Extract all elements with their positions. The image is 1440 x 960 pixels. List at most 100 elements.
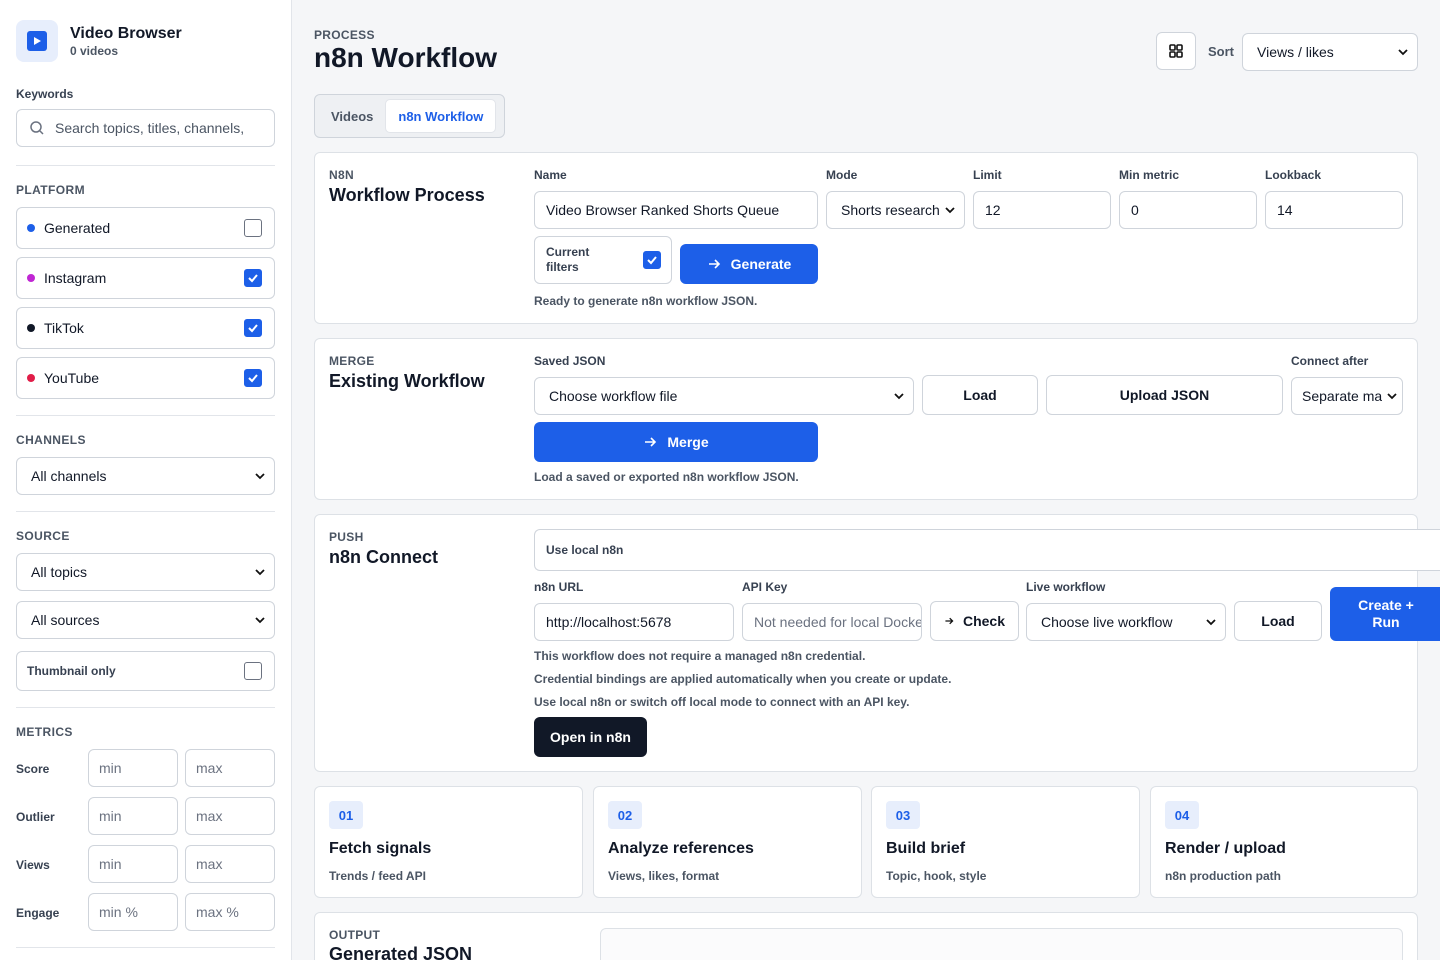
step-subtitle: n8n production path [1165,869,1281,883]
divider [16,707,275,708]
card-title: Generated JSON [329,944,473,960]
checkbox[interactable] [244,319,262,337]
url-label: n8n URL [534,580,584,594]
score-max-input[interactable]: max [185,749,275,787]
chevron-down-icon [945,207,955,214]
workflow-name-input[interactable]: Video Browser Ranked Shorts Queue [534,191,818,229]
lookback-input[interactable]: 14 [1265,191,1403,229]
generate-button[interactable]: Generate [680,244,818,284]
current-filters-toggle[interactable]: Current filters [534,236,672,284]
view-tabs: Videos n8n Workflow [314,94,505,138]
grid-icon [1169,44,1183,58]
check-icon [647,256,657,265]
connect-after-select[interactable]: Separate manual [1291,377,1403,415]
score-min-input[interactable]: min [88,749,178,787]
load-live-button[interactable]: Load [1234,601,1322,641]
platform-generated[interactable]: Generated [16,207,275,249]
step-card: 02 Analyze references Views, likes, form… [593,786,862,898]
output-card: OUTPUT Generated JSON [314,912,1418,960]
page-eyebrow: PROCESS [314,28,375,42]
push-card: PUSH n8n Connect Use local n8n n8n URL h… [314,514,1440,772]
check-icon [248,374,258,383]
card-eyebrow: OUTPUT [329,928,381,942]
sort-select[interactable]: Views / likes [1242,33,1418,71]
checkbox[interactable] [244,662,262,680]
checkbox[interactable] [244,219,262,237]
play-icon [16,20,58,62]
step-title: Build brief [886,840,966,857]
platform-dot [27,374,35,382]
engage-min-input[interactable]: min % [88,893,178,931]
divider [16,947,275,948]
outlier-min-input[interactable]: min [88,797,178,835]
min-metric-label: Min metric [1119,168,1180,182]
create-run-button[interactable]: Create + Run [1330,587,1440,641]
mode-select[interactable]: Shorts research [826,191,965,229]
step-number: 01 [329,801,363,829]
platform-dot [27,274,35,282]
channels-select[interactable]: All channels [16,457,275,495]
tab-videos[interactable]: Videos [319,99,385,133]
check-button[interactable]: Check [930,601,1019,641]
use-local-n8n-toggle[interactable]: Use local n8n [534,529,1440,571]
step-card: 01 Fetch signals Trends / feed API [314,786,583,898]
chevron-down-icon [255,569,265,576]
limit-label: Limit [973,168,1002,182]
outlier-max-input[interactable]: max [185,797,275,835]
chevron-down-icon [1387,393,1397,400]
engage-max-input[interactable]: max % [185,893,275,931]
card-eyebrow: N8N [329,168,354,182]
platform-tiktok[interactable]: TikTok [16,307,275,349]
chevron-down-icon [1398,49,1408,56]
step-subtitle: Trends / feed API [329,869,426,883]
limit-input[interactable]: 12 [973,191,1111,229]
merge-button[interactable]: Merge [534,422,818,462]
platform-youtube[interactable]: YouTube [16,357,275,399]
connect-after-label: Connect after [1291,354,1369,368]
json-output-area[interactable] [600,928,1403,960]
topics-select[interactable]: All topics [16,553,275,591]
n8n-url-input[interactable]: http://localhost:5678 [534,603,734,641]
open-in-n8n-button[interactable]: Open in n8n [534,717,647,757]
card-title: Workflow Process [329,185,485,205]
step-title: Render / upload [1165,840,1286,857]
step-title: Analyze references [608,840,754,857]
live-workflow-select[interactable]: Choose live workflow [1026,603,1226,641]
views-min-input[interactable]: min [88,845,178,883]
main-content: PROCESS n8n Workflow Sort Views / likes … [292,0,1440,960]
sources-select[interactable]: All sources [16,601,275,639]
load-saved-button[interactable]: Load [922,375,1038,415]
saved-json-select[interactable]: Choose workflow file [534,377,914,415]
checkbox[interactable] [244,369,262,387]
tab-n8n-workflow[interactable]: n8n Workflow [385,99,497,133]
metrics-label: METRICS [16,725,73,739]
chevron-down-icon [255,473,265,480]
api-key-input[interactable]: Not needed for local Docker [742,603,922,641]
mode-label: Mode [826,168,858,182]
grid-view-button[interactable] [1156,32,1196,70]
thumbnail-only-toggle[interactable]: Thumbnail only [16,651,275,691]
local-mode-note: Use local n8n or switch off local mode t… [534,695,910,709]
card-title: Existing Workflow [329,371,485,391]
metric-label-outlier: Outlier [16,810,55,824]
checkbox[interactable] [643,251,661,269]
source-label: SOURCE [16,529,70,543]
metric-label-views: Views [16,858,50,872]
platform-instagram[interactable]: Instagram [16,257,275,299]
platform-label: PLATFORM [16,183,85,197]
min-metric-input[interactable]: 0 [1119,191,1257,229]
step-number: 04 [1165,801,1199,829]
chevron-down-icon [894,393,904,400]
step-number: 02 [608,801,642,829]
arrow-right-icon [708,259,720,269]
upload-json-button[interactable]: Upload JSON [1046,375,1283,415]
platform-dot [27,324,35,332]
search-icon [30,121,44,135]
views-max-input[interactable]: max [185,845,275,883]
check-icon [248,274,258,283]
chevron-down-icon [255,617,265,624]
saved-json-label: Saved JSON [534,354,606,368]
checkbox[interactable] [244,269,262,287]
search-input[interactable]: Search topics, titles, channels, [16,109,275,147]
divider [16,415,275,416]
